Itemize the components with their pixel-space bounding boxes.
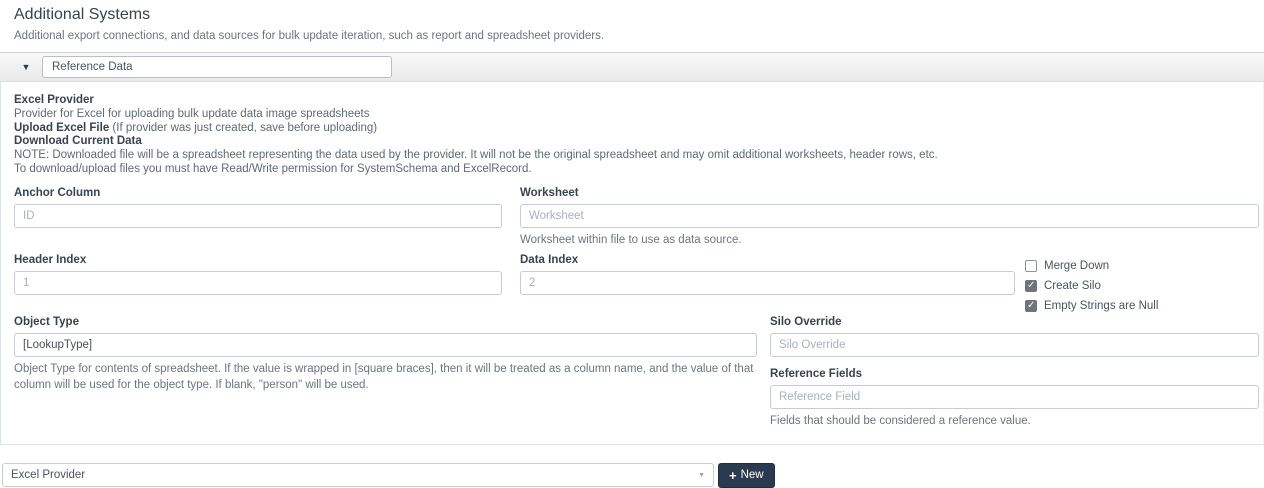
anchor-column-input[interactable]: [14, 203, 502, 228]
upload-line: Upload Excel File (If provider was just …: [14, 122, 1261, 136]
worksheet-help: Worksheet within file to use as data sou…: [520, 233, 742, 246]
data-index-input[interactable]: [520, 271, 1015, 296]
create-silo-checkbox-item[interactable]: Create Silo: [1025, 276, 1261, 296]
new-provider-button[interactable]: + New: [718, 462, 775, 488]
reference-data-panel-body: Excel Provider Provider for Excel for up…: [0, 82, 1264, 445]
upload-note: (If provider was just created, save befo…: [109, 121, 378, 134]
merge-down-label: Merge Down: [1044, 260, 1110, 273]
anchor-column-field-group: Anchor Column: [14, 187, 502, 228]
worksheet-label: Worksheet: [520, 186, 579, 199]
merge-down-checkbox-item[interactable]: Merge Down: [1025, 256, 1261, 276]
provider-select[interactable]: Excel Provider ▼: [2, 463, 714, 488]
collapse-chevron-icon[interactable]: ▼: [19, 62, 33, 72]
object-type-field-group: Object Type Object Type for contents of …: [14, 316, 757, 393]
page-title: Additional Systems: [14, 6, 151, 23]
anchor-column-label: Anchor Column: [14, 186, 101, 199]
additional-systems-page: Additional Systems Additional export con…: [0, 0, 1264, 488]
checkbox-group: Merge Down Create Silo Empty Strings are…: [1025, 254, 1261, 316]
header-index-label: Header Index: [14, 254, 87, 267]
download-current-data-link[interactable]: Download Current Data: [14, 135, 142, 147]
reference-fields-field-group: Reference Fields Fields that should be c…: [770, 368, 1259, 430]
worksheet-input[interactable]: [520, 203, 1259, 228]
provider-heading: Excel Provider: [14, 94, 94, 106]
silo-override-label: Silo Override: [770, 316, 842, 329]
permission-line: To download/upload files you must have R…: [14, 162, 532, 175]
header-index-field-group: Header Index: [14, 254, 502, 296]
create-silo-checkbox[interactable]: [1025, 280, 1037, 293]
reference-fields-help: Fields that should be considered a refer…: [770, 415, 1031, 428]
select-caret-icon: ▼: [698, 471, 705, 479]
empty-strings-checkbox[interactable]: [1025, 300, 1037, 313]
page-header: Additional Systems Additional export con…: [0, 0, 1264, 43]
page-subtitle: Additional export connections, and data …: [14, 30, 605, 42]
worksheet-field-group: Worksheet Worksheet within file to use a…: [520, 187, 1259, 249]
reference-fields-label: Reference Fields: [770, 368, 863, 381]
silo-override-field-group: Silo Override: [770, 316, 1259, 358]
download-line: Download Current Data: [14, 135, 1261, 149]
provider-footer: Excel Provider ▼ + New: [0, 462, 1264, 488]
upload-excel-file-link[interactable]: Upload Excel File: [14, 122, 109, 134]
merge-down-checkbox[interactable]: [1025, 260, 1037, 273]
form-row-anchor-worksheet: Anchor Column Worksheet Worksheet within…: [14, 187, 1261, 249]
note-line: NOTE: Downloaded file will be a spreadsh…: [14, 149, 938, 162]
plus-icon: +: [729, 467, 737, 483]
empty-strings-checkbox-item[interactable]: Empty Strings are Null: [1025, 296, 1261, 316]
silo-reference-column: Silo Override Reference Fields Fields th…: [770, 316, 1259, 430]
object-type-input[interactable]: [14, 333, 757, 358]
data-index-label: Data Index: [520, 254, 579, 267]
panel-name-input[interactable]: [42, 56, 392, 78]
reference-fields-input[interactable]: [770, 385, 1259, 410]
create-silo-label: Create Silo: [1044, 280, 1101, 293]
silo-override-input[interactable]: [770, 333, 1259, 358]
form-row-object-silo: Object Type Object Type for contents of …: [14, 316, 1261, 430]
data-index-field-group: Data Index: [520, 254, 1015, 296]
reference-data-panel-header: ▼: [0, 52, 1264, 82]
new-button-label: New: [740, 469, 764, 482]
header-index-input[interactable]: [14, 271, 502, 296]
form-row-indexes: Header Index Data Index Merge Down Creat…: [14, 254, 1261, 316]
object-type-help: Object Type for contents of spreadsheet.…: [14, 363, 754, 391]
provider-select-value: Excel Provider: [11, 469, 86, 482]
provider-description: Excel Provider Provider for Excel for up…: [14, 94, 1261, 177]
provider-line: Provider for Excel for uploading bulk up…: [14, 107, 370, 120]
empty-strings-label: Empty Strings are Null: [1044, 300, 1159, 313]
object-type-label: Object Type: [14, 316, 79, 329]
